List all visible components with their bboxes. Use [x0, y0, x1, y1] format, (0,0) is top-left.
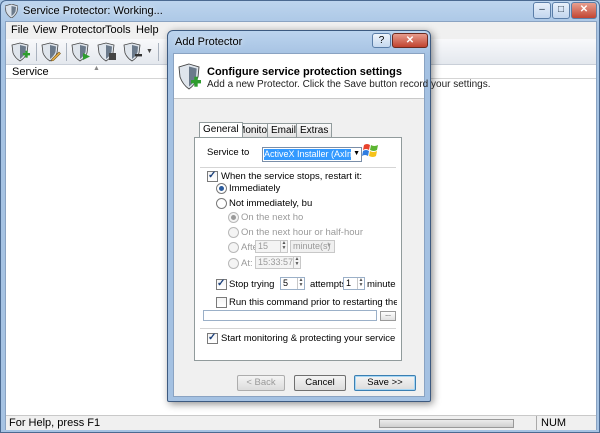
maximize-button[interactable]: □	[552, 2, 570, 19]
dropdown-arrow-icon: ▼	[353, 150, 360, 157]
dialog-header-title: Configure service protection settings	[207, 66, 402, 78]
sort-arrow-icon: ▲	[93, 65, 100, 72]
spinner-arrows-icon: ▲ ▼	[293, 256, 300, 268]
at-time-value: 15:33:57	[258, 257, 294, 267]
back-button[interactable]: < Back	[237, 375, 285, 391]
section-divider	[200, 328, 396, 329]
on-next-radio[interactable]	[228, 212, 239, 223]
restart-checkbox[interactable]	[207, 170, 218, 182]
minutes-value: 1	[346, 278, 352, 288]
edit-protector-icon[interactable]	[41, 42, 61, 62]
dialog-title: Add Protector	[175, 36, 243, 48]
after-radio[interactable]	[228, 242, 239, 253]
attempts-value: 5	[283, 278, 289, 288]
service-select[interactable]: ActiveX Installer (AxInstSV) ▼	[262, 147, 362, 162]
at-label: At:	[241, 258, 253, 269]
status-progress-bar	[379, 419, 514, 428]
run-command-input[interactable]	[203, 310, 377, 321]
spinner-arrows-icon: ▲ ▼	[280, 240, 287, 252]
shield-add-icon	[178, 63, 201, 90]
minutes-spinner[interactable]: 1 ▲ ▼	[343, 277, 365, 290]
dialog-help-button[interactable]: ?	[372, 33, 391, 48]
after-unit-value: minute(s)	[293, 241, 331, 251]
start-protector-icon[interactable]	[71, 42, 91, 62]
after-unit-select[interactable]: minute(s) ▼	[290, 240, 335, 253]
stop-trying-checkbox[interactable]	[216, 278, 227, 290]
close-button[interactable]: ✕	[571, 2, 597, 19]
menu-file[interactable]: File	[11, 24, 29, 36]
stop-protector-icon[interactable]	[97, 42, 117, 62]
stop-trying-label: Stop trying	[229, 279, 275, 290]
status-bar: For Help, press F1 NUM	[6, 415, 596, 430]
dialog-header: Configure service protection settings Ad…	[174, 54, 490, 99]
immediately-radio[interactable]	[216, 183, 227, 194]
after-minutes-spinner[interactable]: 15 ▲ ▼	[255, 240, 288, 253]
run-command-checkbox[interactable]	[216, 297, 227, 308]
menu-view[interactable]: View	[33, 24, 57, 36]
at-radio[interactable]	[228, 258, 239, 269]
on-next-hour-radio[interactable]	[228, 227, 239, 238]
windows-logo-icon	[362, 144, 378, 157]
spinner-arrows-icon: ▲ ▼	[357, 277, 364, 289]
not-immediately-radio[interactable]	[216, 198, 227, 209]
on-next-label: On the next ho	[241, 212, 304, 223]
status-num-indicator: NUM	[536, 416, 594, 430]
add-protector-dialog: Add Protector ? ✕ Configure service prot…	[167, 30, 490, 402]
save-button[interactable]: Save >>	[354, 375, 416, 391]
status-text: For Help, press F1	[9, 417, 101, 429]
menu-tools[interactable]: Tools	[105, 24, 131, 36]
toolbar-separator	[66, 43, 67, 61]
dialog-close-button[interactable]: ✕	[392, 33, 428, 48]
not-immediately-radio-label: Not immediately, bu	[229, 198, 313, 209]
dialog-header-subtitle: Add a new Protector. Click the Save butt…	[207, 79, 491, 90]
on-next-hour-label: On the next hour or half-hour	[241, 227, 363, 238]
add-protector-icon[interactable]	[11, 42, 31, 62]
minimize-button[interactable]: –	[533, 2, 551, 19]
menu-help[interactable]: Help	[136, 24, 159, 36]
start-monitoring-label: Start monitoring & protecting your servi…	[221, 333, 396, 344]
section-divider	[200, 167, 396, 168]
column-service-header[interactable]: Service	[12, 66, 49, 78]
shield-app-icon	[5, 4, 18, 18]
dropdown-arrow-icon: ▼	[326, 243, 332, 249]
service-label: Service to	[207, 147, 250, 158]
window-title: Service Protector: Working...	[23, 5, 163, 17]
minutes-label: minutes	[367, 279, 396, 290]
toolbar-separator	[36, 43, 37, 61]
immediately-radio-label: Immediately	[229, 183, 281, 194]
menu-protector[interactable]: Protector	[61, 24, 106, 36]
after-minutes-value: 15	[258, 241, 269, 251]
run-command-label: Run this command prior to restarting the…	[229, 297, 397, 308]
title-bar: Service Protector: Working... – □ ✕	[1, 1, 600, 21]
start-monitoring-checkbox[interactable]	[207, 332, 218, 344]
restart-checkbox-label: When the service stops, restart it:	[221, 171, 362, 182]
tab-extras[interactable]: Extras	[296, 123, 333, 137]
at-time-field[interactable]: 15:33:57 ▲ ▼	[255, 256, 301, 269]
toolbar-separator	[158, 43, 159, 61]
browse-button[interactable]: ...	[380, 311, 396, 321]
cancel-button[interactable]: Cancel	[294, 375, 346, 391]
delete-protector-icon[interactable]	[123, 42, 143, 62]
tab-general[interactable]: General	[199, 122, 243, 137]
attempts-label: attempts	[310, 279, 347, 290]
toolbar-dropdown-arrow-icon[interactable]: ▼	[146, 48, 153, 55]
attempts-spinner[interactable]: 5 ▲ ▼	[280, 277, 305, 290]
spinner-arrows-icon: ▲ ▼	[297, 277, 304, 289]
service-selected-value: ActiveX Installer (AxInstSV)	[264, 149, 351, 160]
